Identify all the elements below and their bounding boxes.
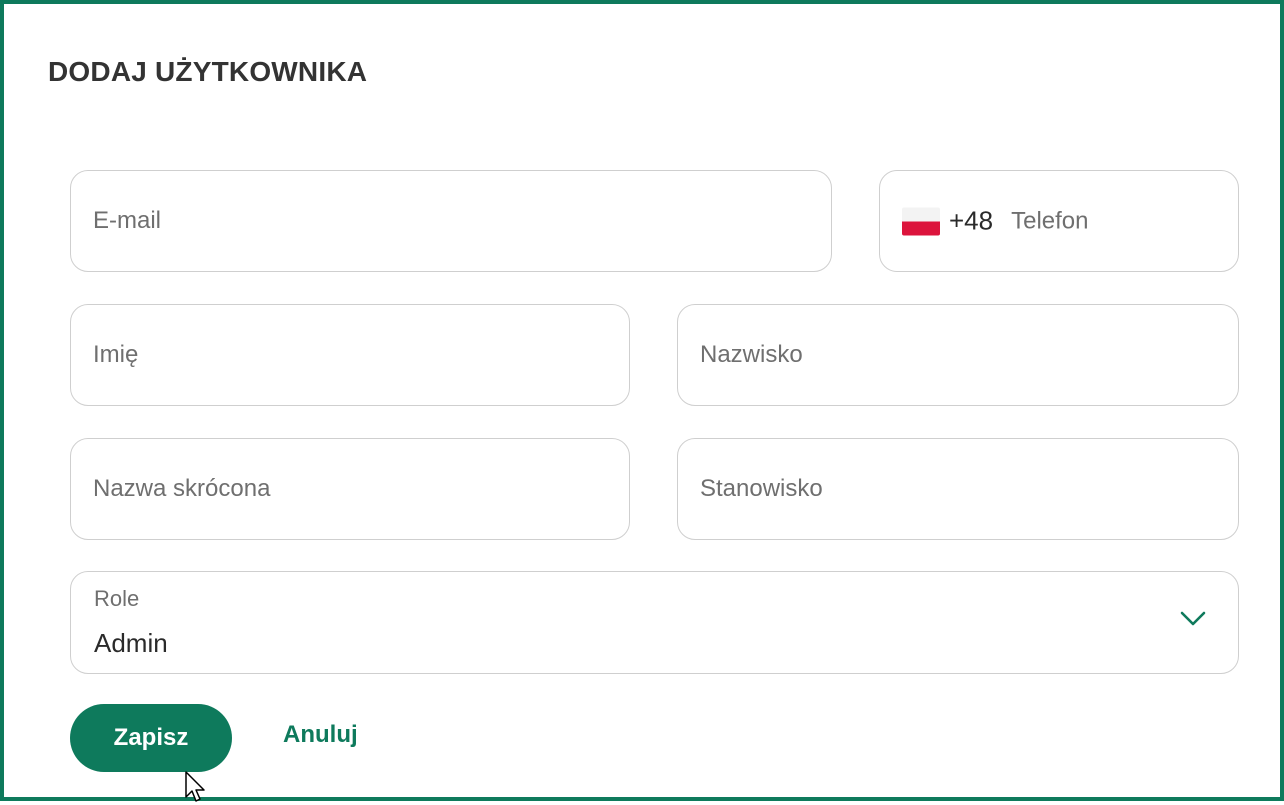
- chevron-down-icon[interactable]: [1180, 610, 1206, 628]
- phone-prefix[interactable]: +48 Telefon: [902, 206, 1089, 237]
- cancel-link[interactable]: Anuluj: [283, 721, 358, 749]
- last-name-placeholder: Nazwisko: [700, 341, 803, 368]
- add-user-dialog: DODAJ UŻYTKOWNIKA E-mail +48 Telefon Imi…: [0, 0, 1284, 802]
- save-button[interactable]: Zapisz: [70, 704, 232, 772]
- first-name-field[interactable]: Imię: [70, 304, 630, 406]
- role-label: Role: [94, 586, 140, 611]
- email-placeholder: E-mail: [93, 207, 162, 234]
- phone-field[interactable]: +48 Telefon: [879, 170, 1239, 272]
- dial-code: +48: [949, 205, 994, 236]
- phone-placeholder: Telefon: [1011, 207, 1089, 234]
- dialog-title: DODAJ UŻYTKOWNIKA: [48, 56, 368, 87]
- first-name-placeholder: Imię: [93, 341, 139, 368]
- poland-flag-icon[interactable]: [902, 207, 940, 235]
- position-placeholder: Stanowisko: [700, 475, 823, 502]
- position-field[interactable]: Stanowisko: [677, 438, 1239, 540]
- short-name-field[interactable]: Nazwa skrócona: [70, 438, 630, 540]
- short-name-placeholder: Nazwa skrócona: [93, 475, 271, 502]
- role-value: Admin: [94, 628, 168, 658]
- last-name-field[interactable]: Nazwisko: [677, 304, 1239, 406]
- mouse-pointer-icon: [185, 771, 205, 802]
- email-field[interactable]: E-mail: [70, 170, 832, 272]
- role-select[interactable]: Role Admin: [70, 571, 1239, 674]
